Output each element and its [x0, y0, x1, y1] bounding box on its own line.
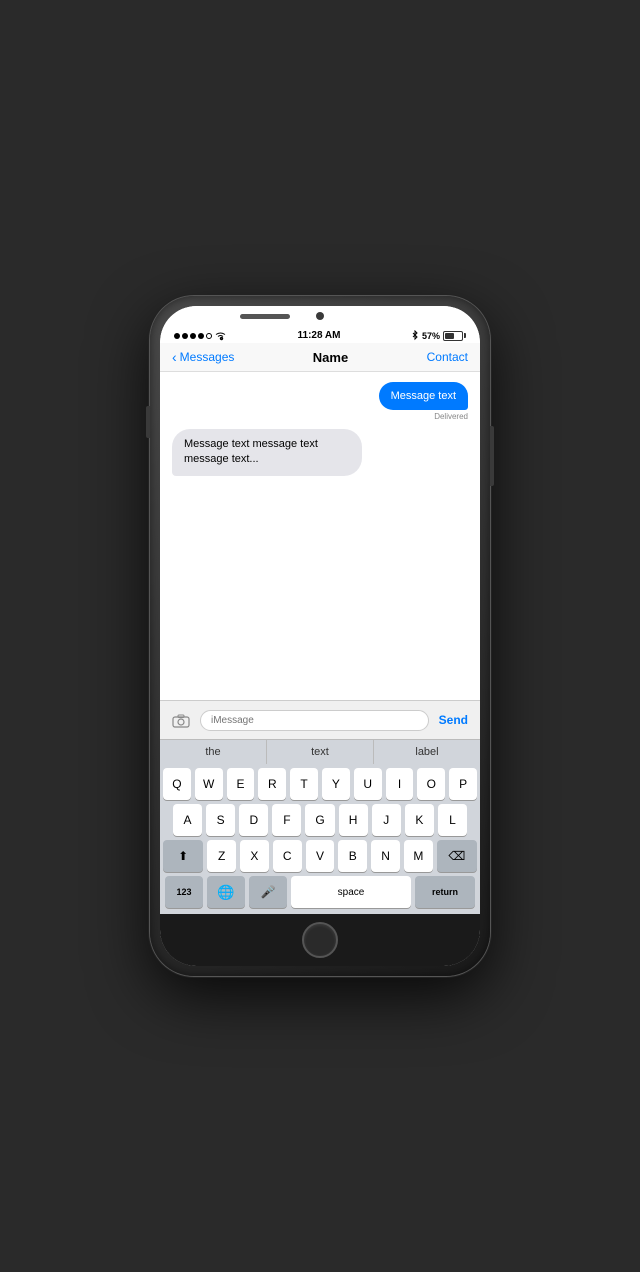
key-V[interactable]: V [306, 840, 335, 872]
globe-key[interactable]: 🌐 [207, 876, 245, 908]
delivered-status: Delivered [434, 412, 468, 421]
key-L[interactable]: L [438, 804, 467, 836]
delete-key[interactable]: ⌫ [437, 840, 477, 872]
return-key[interactable]: return [415, 876, 475, 908]
home-button[interactable] [302, 922, 338, 958]
battery-tip [464, 333, 466, 338]
key-M[interactable]: M [404, 840, 433, 872]
key-H[interactable]: H [339, 804, 368, 836]
back-label: Messages [180, 350, 235, 364]
speaker-grille [240, 314, 290, 319]
autocomplete-item-0[interactable]: the [160, 740, 267, 764]
back-arrow-icon: ‹ [172, 349, 177, 365]
key-T[interactable]: T [290, 768, 318, 800]
key-P[interactable]: P [449, 768, 477, 800]
key-A[interactable]: A [173, 804, 202, 836]
key-N[interactable]: N [371, 840, 400, 872]
autocomplete-item-1[interactable]: text [267, 740, 374, 764]
screen: 11:28 AM 57% [160, 306, 480, 966]
space-key[interactable]: space [291, 876, 411, 908]
autocomplete-item-2[interactable]: label [374, 740, 480, 764]
key-J[interactable]: J [372, 804, 401, 836]
input-area: Send [160, 700, 480, 739]
nav-bar: ‹ Messages Name Contact [160, 343, 480, 372]
signal-dot-5 [206, 333, 212, 339]
keyboard-row-2: A S D F G H J K L [163, 804, 477, 836]
key-X[interactable]: X [240, 840, 269, 872]
key-Z[interactable]: Z [207, 840, 236, 872]
key-S[interactable]: S [206, 804, 235, 836]
key-R[interactable]: R [258, 768, 286, 800]
key-I[interactable]: I [386, 768, 414, 800]
wifi-icon [214, 331, 227, 341]
messages-area: Message text Delivered Message text mess… [160, 372, 480, 700]
key-B[interactable]: B [338, 840, 367, 872]
outgoing-bubble: Message text [379, 382, 468, 410]
battery-percent: 57% [422, 331, 440, 341]
key-F[interactable]: F [272, 804, 301, 836]
back-button[interactable]: ‹ Messages [172, 349, 234, 365]
message-out: Message text Delivered [379, 382, 468, 421]
key-K[interactable]: K [405, 804, 434, 836]
numbers-key[interactable]: 123 [165, 876, 203, 908]
key-C[interactable]: C [273, 840, 302, 872]
signal-dot-2 [182, 333, 188, 339]
battery-body [443, 331, 463, 341]
key-W[interactable]: W [195, 768, 223, 800]
battery-fill [445, 333, 454, 339]
key-D[interactable]: D [239, 804, 268, 836]
key-Q[interactable]: Q [163, 768, 191, 800]
contact-button[interactable]: Contact [427, 350, 468, 364]
signal-dot-4 [198, 333, 204, 339]
message-in: Message text message text message text..… [172, 429, 362, 476]
send-button[interactable]: Send [435, 713, 472, 727]
key-Y[interactable]: Y [322, 768, 350, 800]
mic-key[interactable]: 🎤 [249, 876, 287, 908]
nav-title: Name [313, 350, 348, 365]
phone-frame: 11:28 AM 57% [150, 296, 490, 976]
status-time: 11:28 AM [298, 330, 341, 341]
signal-area [174, 331, 227, 341]
key-U[interactable]: U [354, 768, 382, 800]
battery-icon [443, 331, 466, 341]
keyboard-row-3: ⬆ Z X C V B N M ⌫ [163, 840, 477, 872]
bluetooth-icon [411, 330, 419, 341]
message-input[interactable] [200, 710, 429, 731]
keyboard-row-1: Q W E R T Y U I O P [163, 768, 477, 800]
key-O[interactable]: O [417, 768, 445, 800]
camera-button[interactable] [168, 707, 194, 733]
phone-inner: 11:28 AM 57% [160, 306, 480, 966]
front-camera [316, 312, 324, 320]
status-bar: 11:28 AM 57% [160, 326, 480, 343]
home-area [160, 914, 480, 966]
status-right-area: 57% [411, 330, 466, 341]
key-E[interactable]: E [227, 768, 255, 800]
keyboard-row-4: 123 🌐 🎤 space return [163, 876, 477, 908]
key-G[interactable]: G [305, 804, 334, 836]
signal-dot-1 [174, 333, 180, 339]
shift-key[interactable]: ⬆ [163, 840, 203, 872]
notch-area [160, 306, 480, 326]
autocomplete-bar: the text label [160, 739, 480, 764]
keyboard: Q W E R T Y U I O P A S D F G [160, 764, 480, 914]
signal-dot-3 [190, 333, 196, 339]
camera-icon [172, 713, 190, 728]
incoming-bubble: Message text message text message text..… [172, 429, 362, 476]
